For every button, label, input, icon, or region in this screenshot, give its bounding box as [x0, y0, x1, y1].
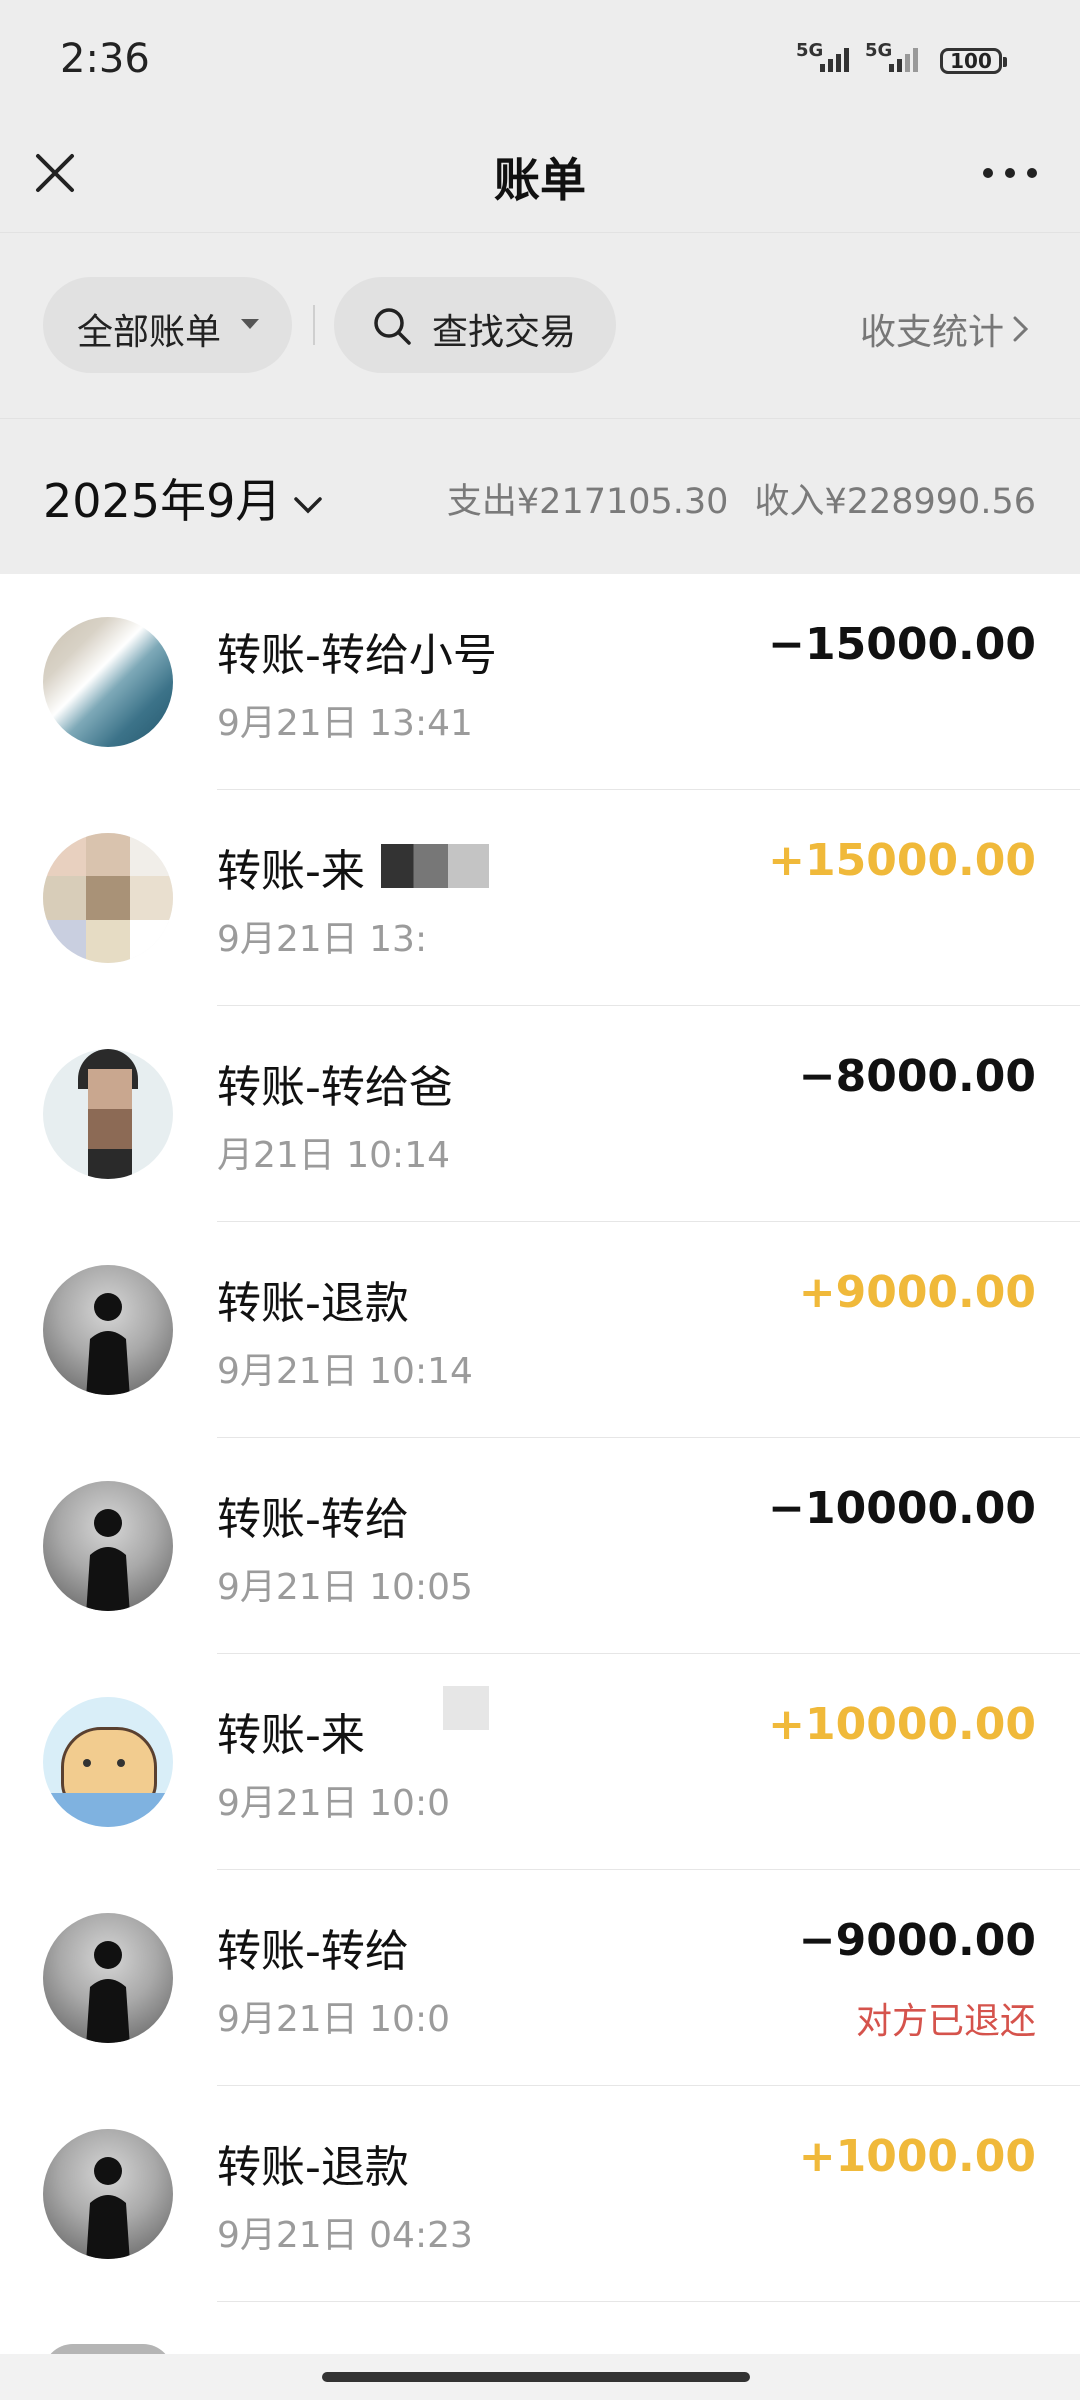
person-silhouette-icon	[86, 1941, 130, 2043]
divider	[313, 305, 315, 345]
all-bills-dropdown[interactable]: 全部账单	[43, 277, 292, 373]
transaction-time: 9月21日 10:05	[217, 1567, 473, 1608]
transaction-title: 转账-转给爸	[217, 1062, 453, 1113]
transaction-row[interactable]: 转账-退款 9月21日 10:14 +9000.00	[0, 1222, 1080, 1438]
avatar	[43, 1697, 173, 1827]
status-time: 2:36	[60, 36, 150, 82]
transaction-title: 转账-转给	[217, 1926, 409, 1977]
transaction-row[interactable]: 转账-转给 9月21日 10:0 −9000.00 对方已退还	[0, 1870, 1080, 2086]
transaction-title: 转账-退款	[217, 2142, 409, 2193]
transaction-time: 9月21日 13:	[217, 919, 428, 960]
transaction-amount: −10000.00	[768, 1483, 1036, 1534]
search-transactions-button[interactable]: 查找交易	[334, 277, 616, 373]
month-selector[interactable]: 2025年9月	[43, 465, 323, 531]
transaction-amount: +9000.00	[798, 1267, 1036, 1318]
transaction-row[interactable]: 转账-转给小号 9月21日 13:41 −15000.00	[0, 574, 1080, 790]
signal-icon-2: 5G	[865, 40, 929, 74]
caret-down-icon	[241, 319, 259, 329]
avatar	[43, 1265, 173, 1395]
chevron-right-icon	[1013, 316, 1029, 342]
transaction-title: 转账-转给小号	[217, 630, 497, 681]
transaction-row[interactable]: 转账-转给 9月21日 10:05 −10000.00	[0, 1438, 1080, 1654]
transaction-row[interactable]: 转账-来 9月21日 13: +15000.00	[0, 790, 1080, 1006]
transaction-time: 9月21日 04:23	[217, 2215, 473, 2256]
stats-label: 收支统计	[859, 312, 1004, 353]
avatar	[43, 617, 173, 747]
month-summary: 支出¥217105.30 收入¥228990.56	[447, 473, 1036, 524]
month-label: 2025年9月	[43, 474, 282, 528]
divider	[217, 2301, 1080, 2302]
redaction-block	[381, 844, 489, 888]
refund-status-note: 对方已退还	[855, 2001, 1036, 2042]
avatar	[43, 1049, 173, 1179]
person-silhouette-icon	[86, 1293, 130, 1395]
status-bar: 2:36 5G 5G 100	[0, 0, 1080, 126]
battery-icon: 100	[940, 48, 1007, 74]
avatar	[43, 2129, 173, 2259]
transaction-amount: +15000.00	[768, 835, 1036, 886]
avatar	[43, 1913, 173, 2043]
more-icon[interactable]	[980, 162, 1040, 184]
transaction-title: 转账-来	[217, 846, 365, 897]
chevron-down-icon	[294, 496, 323, 513]
income-total: 收入¥228990.56	[754, 482, 1036, 522]
avatar	[43, 833, 173, 963]
transaction-row[interactable]: 转账-转给爸 月21日 10:14 −8000.00	[0, 1006, 1080, 1222]
nav-bar: 账单	[0, 126, 1080, 232]
transaction-time: 9月21日 10:0	[217, 1783, 450, 1824]
transaction-row[interactable]: 转账-来 9月21日 10:0 +10000.00	[0, 1654, 1080, 1870]
transaction-amount: −9000.00	[798, 1915, 1036, 1966]
transaction-amount: −15000.00	[768, 619, 1036, 670]
all-bills-label: 全部账单	[77, 312, 222, 353]
person-silhouette-icon	[86, 1509, 130, 1611]
page-title: 账单	[494, 153, 586, 207]
transaction-title: 转账-退款	[217, 1278, 409, 1329]
transaction-amount: +10000.00	[768, 1699, 1036, 1750]
search-icon	[374, 308, 411, 345]
search-label: 查找交易	[432, 312, 577, 353]
transaction-amount: −8000.00	[798, 1051, 1036, 1102]
bottom-bar	[0, 2354, 1080, 2400]
transaction-time: 月21日 10:14	[217, 1135, 450, 1176]
transaction-time: 9月21日 10:14	[217, 1351, 473, 1392]
month-summary-bar: 2025年9月 支出¥217105.30 收入¥228990.56	[0, 418, 1080, 575]
expense-total: 支出¥217105.30	[446, 482, 729, 522]
filter-bar: 全部账单 查找交易 收支统计	[0, 232, 1080, 419]
redaction-block	[443, 1686, 489, 1730]
person-silhouette-icon	[86, 2157, 130, 2259]
transaction-title: 转账-来	[217, 1710, 365, 1761]
transaction-row[interactable]: 转账-退款 9月21日 04:23 +1000.00	[0, 2086, 1080, 2302]
avatar	[43, 1481, 173, 1611]
transaction-title: 转账-转给	[217, 1494, 409, 1545]
transaction-list: 转账-转给小号 9月21日 13:41 −15000.00 转账-来 9月21日…	[0, 574, 1080, 2354]
transaction-time: 9月21日 10:0	[217, 1999, 450, 2040]
signal-icon: 5G	[796, 40, 860, 74]
transaction-time: 9月21日 13:41	[217, 703, 473, 744]
transaction-amount: +1000.00	[798, 2131, 1036, 2182]
home-indicator[interactable]	[322, 2372, 750, 2382]
income-expense-stats-link[interactable]: 收支统计	[860, 303, 1030, 355]
